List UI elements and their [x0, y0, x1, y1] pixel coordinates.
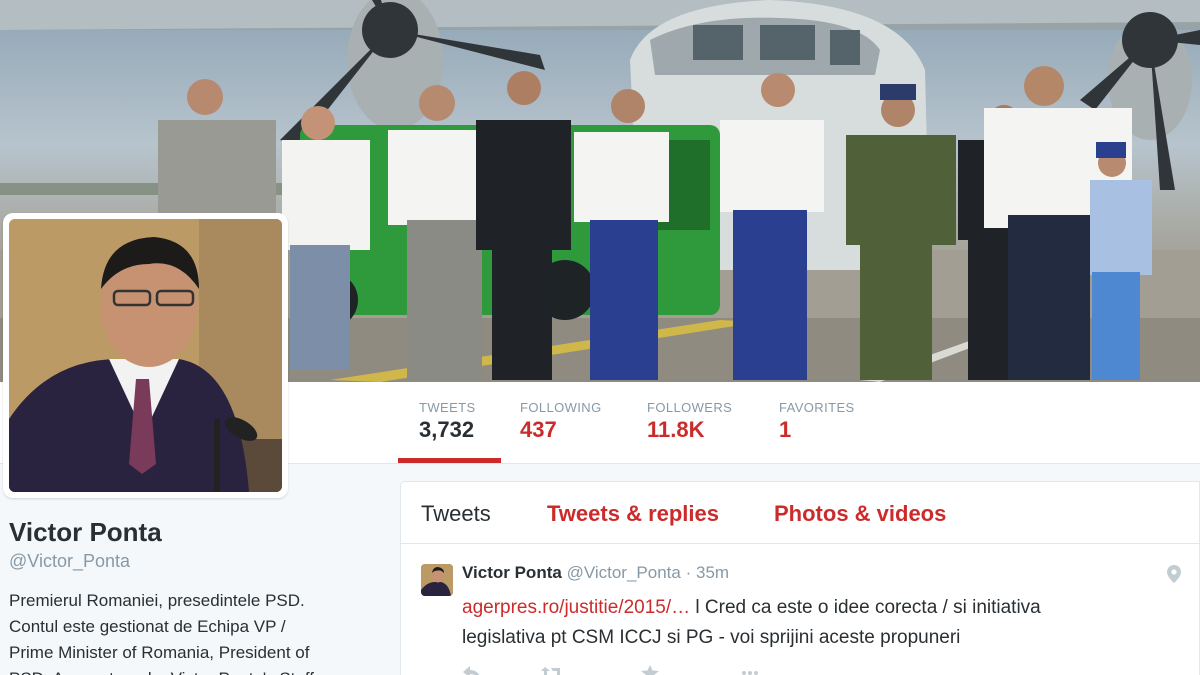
avatar-photo	[9, 219, 282, 492]
stat-following[interactable]: FOLLOWING 437	[520, 400, 602, 443]
stat-favorites-value: 1	[779, 417, 792, 442]
tweet-text-line2: legislativa pt CSM ICCJ si PG - voi spri…	[462, 627, 961, 648]
stat-favorites-label: FAVORITES	[779, 400, 855, 415]
reply-icon[interactable]	[462, 665, 482, 675]
location-pin-icon[interactable]	[1167, 565, 1181, 583]
tab-tweets[interactable]: Tweets	[421, 501, 491, 527]
bio-line: PSD. Account run by Victor Ponta's Staff	[9, 666, 374, 675]
stat-favorites[interactable]: FAVORITES 1	[779, 400, 855, 443]
stat-tweets-label: TWEETS	[419, 400, 476, 415]
tweet-avatar[interactable]	[421, 564, 453, 596]
stat-followers-label: FOLLOWERS	[647, 400, 733, 415]
stat-tweets-value: 3,732	[419, 417, 475, 442]
profile-avatar[interactable]	[3, 213, 288, 498]
tab-tweets-and-replies[interactable]: Tweets & replies	[547, 501, 719, 527]
bio-line: Premierul Romaniei, presedintele PSD.	[9, 591, 305, 610]
tweet-actions	[462, 661, 862, 675]
tweet-author-handle[interactable]: @Victor_Ponta	[567, 563, 681, 582]
tweet[interactable]: Victor Ponta @Victor_Ponta · 35m agerpre…	[401, 545, 1200, 675]
tweet-text-line1: l Cred ca este o idee corecta / si initi…	[690, 597, 1041, 618]
stat-following-label: FOLLOWING	[520, 400, 602, 415]
tweet-author-name[interactable]: Victor Ponta	[462, 563, 562, 582]
tab-photos-and-videos[interactable]: Photos & videos	[774, 501, 946, 527]
tweet-link[interactable]: agerpres.ro/justitie/2015/…	[462, 597, 690, 618]
tweet-timestamp[interactable]: 35m	[696, 563, 729, 582]
retweet-icon[interactable]	[540, 665, 564, 675]
profile-bio: Premierul Romaniei, presedintele PSD. Co…	[9, 588, 374, 675]
timeline: Tweets Tweets & replies Photos & videos …	[400, 481, 1200, 675]
tweet-header: Victor Ponta @Victor_Ponta · 35m	[462, 563, 729, 583]
tweet-text: agerpres.ro/justitie/2015/… l Cred ca es…	[462, 593, 1162, 653]
profile-name[interactable]: Victor Ponta	[9, 517, 162, 548]
more-icon[interactable]	[740, 665, 760, 675]
stat-followers[interactable]: FOLLOWERS 11.8K	[647, 400, 732, 443]
stat-tweets[interactable]: TWEETS 3,732	[419, 400, 476, 443]
active-stat-indicator	[398, 458, 501, 463]
tweet-separator: ·	[685, 563, 692, 582]
bio-line: Prime Minister of Romania, President of	[9, 643, 310, 662]
profile-handle[interactable]: @Victor_Ponta	[9, 551, 130, 572]
timeline-tabs: Tweets Tweets & replies Photos & videos	[401, 482, 1199, 544]
star-icon[interactable]	[640, 665, 660, 675]
stat-followers-value: 11.8K	[647, 417, 705, 442]
bio-line: Contul este gestionat de Echipa VP /	[9, 617, 286, 636]
stat-following-value: 437	[520, 417, 557, 442]
